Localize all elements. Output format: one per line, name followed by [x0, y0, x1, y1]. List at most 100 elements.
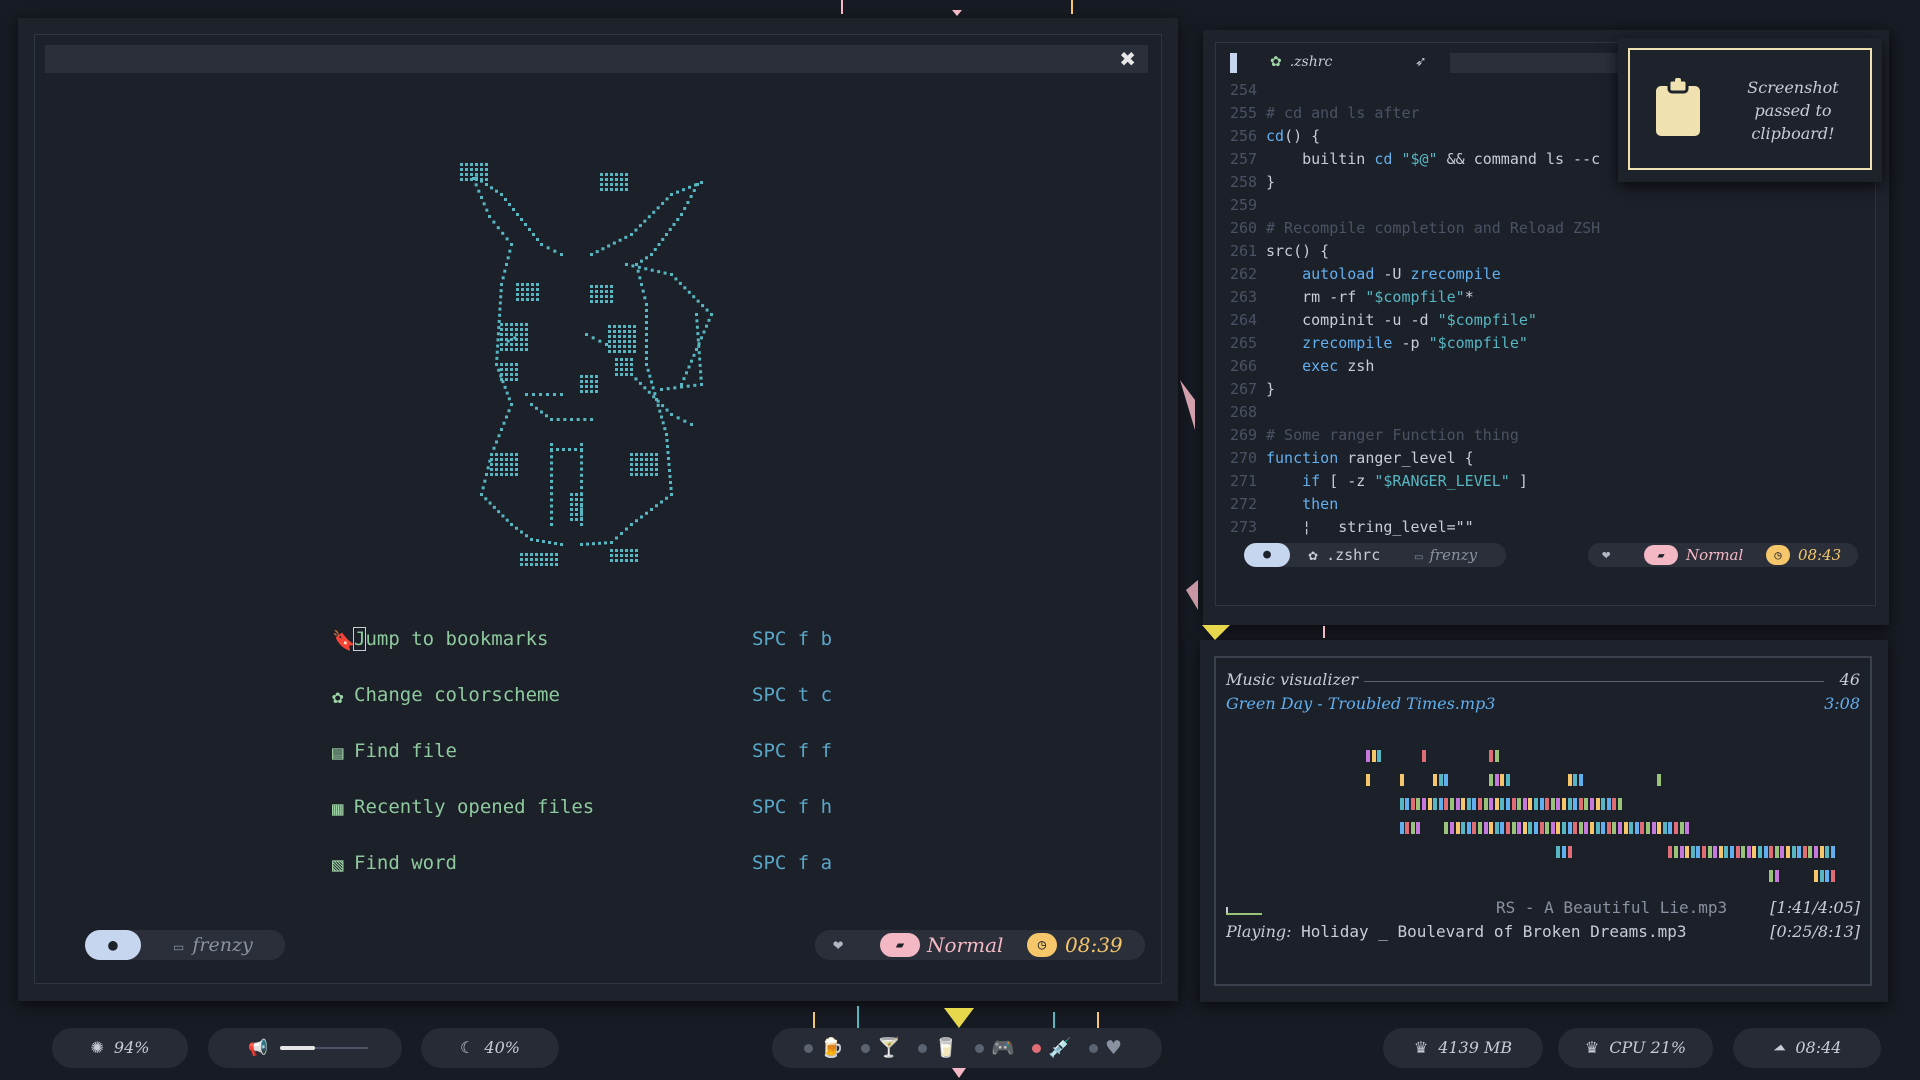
gear-icon: ✿	[1308, 549, 1319, 563]
screenshot-notification[interactable]: Screenshot passed to clipboard!	[1618, 38, 1882, 182]
visualizer-bar	[1662, 822, 1667, 834]
bookmark-icon: 🔖	[332, 630, 356, 652]
dashboard-item[interactable]: ✿ Change colorscheme SPC t c	[332, 681, 882, 737]
code-line[interactable]: 265 zrecompile -p "$compfile"	[1230, 332, 1870, 355]
tab-zshrc[interactable]: ✿ .zshrc	[1270, 54, 1332, 70]
title-bar[interactable]: ✖	[45, 45, 1148, 73]
volume-widget[interactable]: 📢	[208, 1028, 402, 1068]
syringe-icon[interactable]: 💉	[1048, 1028, 1072, 1068]
visualizer-bar	[1534, 798, 1538, 810]
code-token: zrecompile	[1410, 265, 1501, 283]
visualizer-bar	[1511, 798, 1516, 810]
battery-widget[interactable]: ✺ 94%	[52, 1028, 188, 1068]
code-line[interactable]: 262 autoload -U zrecompile	[1230, 263, 1870, 286]
visualizer-bar	[1758, 846, 1762, 858]
line-number: 266	[1230, 357, 1258, 375]
code-line[interactable]: 263 rm -rf "$compfile"*	[1230, 286, 1870, 309]
clock-icon: ⏶	[1772, 1038, 1786, 1057]
visualizer-bar	[1685, 846, 1690, 858]
clock-widget[interactable]: ⏶ 08:44	[1733, 1028, 1881, 1068]
gear-icon: ✿	[1270, 54, 1282, 70]
progress-bar[interactable]	[1226, 913, 1262, 915]
visualizer-bar	[1366, 750, 1370, 762]
visualizer-bar	[1556, 822, 1561, 834]
visualizer-bar	[1461, 822, 1466, 834]
cpu-widget[interactable]: ♛ CPU 21%	[1558, 1028, 1713, 1068]
title-rule	[1364, 681, 1824, 682]
code-token: [ -z	[1320, 472, 1375, 490]
visualizer-bar	[1601, 822, 1606, 834]
dashboard-item-shortcut: SPC f b	[752, 628, 833, 650]
visualizer-bar	[1797, 846, 1802, 858]
visualizer-bar	[1489, 798, 1494, 810]
visualizer-bar	[1814, 870, 1818, 882]
visualizer-bar	[1730, 846, 1734, 858]
code-line[interactable]: 259	[1230, 194, 1870, 217]
code-line[interactable]: 270 function ranger_level {	[1230, 447, 1870, 470]
visualizer-bar	[1657, 774, 1662, 786]
code-token: ]	[1509, 472, 1528, 490]
glass-icon[interactable]: 🥛	[934, 1028, 958, 1068]
playing-label: Playing:	[1226, 922, 1292, 941]
code-token: "$compfile"	[1365, 288, 1465, 306]
code-line[interactable]: 271 if [ -z "$RANGER_LEVEL" ]	[1230, 470, 1870, 493]
visualizer-bar	[1556, 798, 1561, 810]
cocktail-icon[interactable]: 🍸	[877, 1028, 901, 1068]
code-line[interactable]: 264 compinit -u -d "$compfile"	[1230, 309, 1870, 332]
code-line[interactable]: 261 src() {	[1230, 240, 1870, 263]
visualizer-bar	[1668, 822, 1673, 834]
ram-widget[interactable]: ♛ 4139 MB	[1383, 1028, 1543, 1068]
visualizer-bar	[1735, 846, 1740, 858]
dashboard-item-shortcut: SPC f h	[752, 796, 833, 818]
mode-indicator: Normal	[1686, 546, 1744, 564]
visualizer-bar	[1590, 822, 1594, 834]
gamepad-icon[interactable]: 🎮	[991, 1028, 1015, 1068]
visualizer-bar	[1746, 846, 1751, 858]
visualizer-bar	[1825, 870, 1830, 882]
visualizer-bar	[1562, 846, 1566, 858]
tab-cursor	[1230, 53, 1237, 73]
visualizer-bar	[1433, 798, 1438, 810]
dashboard-item[interactable]: 🔖 Jump to bookmarks SPC f b	[332, 625, 882, 681]
music-title: Music visualizer	[1226, 670, 1361, 689]
visualizer-bar	[1483, 822, 1488, 834]
statusline-file: ✿ .zshrc	[1308, 543, 1380, 568]
notification-frame: Screenshot passed to clipboard!	[1628, 48, 1872, 170]
heart-icon[interactable]: ♥	[1105, 1028, 1122, 1068]
volume-slider[interactable]	[280, 1046, 315, 1050]
visualizer-bar	[1545, 798, 1550, 810]
visualizer-bar	[1623, 822, 1628, 834]
close-icon[interactable]: ✖	[1119, 47, 1136, 71]
line-number: 270	[1230, 449, 1258, 467]
visualizer-bar	[1506, 798, 1510, 810]
code-line[interactable]: 266 exec zsh	[1230, 355, 1870, 378]
visualizer-bar	[1472, 798, 1477, 810]
visualizer-bar	[1461, 798, 1466, 810]
code-line[interactable]: 273 ¦ string_level=""	[1230, 516, 1870, 539]
file-name: .zshrc	[1326, 546, 1381, 564]
dashboard-window[interactable]: ✖ 🔖 Jump to bookmarks SPC f b ✿ Change color…	[18, 18, 1178, 1001]
notification-line-2: passed to	[1754, 101, 1832, 120]
cpu-value: CPU 21%	[1609, 1038, 1687, 1057]
dashboard-item[interactable]: ▧ Find word SPC f a	[332, 849, 882, 905]
code-token: exec	[1302, 357, 1339, 375]
visualizer-bar	[1416, 822, 1421, 834]
visualizer-bar	[1685, 822, 1690, 834]
visualizer-bar	[1573, 774, 1578, 786]
code-line[interactable]: 260 # Recompile completion and Reload ZSH	[1230, 217, 1870, 240]
beer-icon[interactable]: 🍺	[820, 1028, 844, 1068]
code-line[interactable]: 272 then	[1230, 493, 1870, 516]
dashboard-item[interactable]: ▤ Find file SPC f f	[332, 737, 882, 793]
visualizer-bar	[1500, 822, 1505, 834]
branch-name: frenzy	[1429, 546, 1478, 564]
code-line[interactable]: 269 # Some ranger Function thing	[1230, 424, 1870, 447]
dashboard-item[interactable]: ▦ Recently opened files SPC f h	[332, 793, 882, 849]
code-line[interactable]: 268	[1230, 401, 1870, 424]
code-line[interactable]: 267}	[1230, 378, 1870, 401]
visualizer-bar	[1657, 822, 1662, 834]
line-number: 260	[1230, 219, 1258, 237]
visualizer-bar	[1679, 846, 1684, 858]
visualizer-bar	[1427, 798, 1432, 810]
brightness-widget[interactable]: ☾ 40%	[421, 1028, 559, 1068]
music-visualizer-window[interactable]: Music visualizer 46 Green Day - Troubled…	[1200, 640, 1888, 1002]
